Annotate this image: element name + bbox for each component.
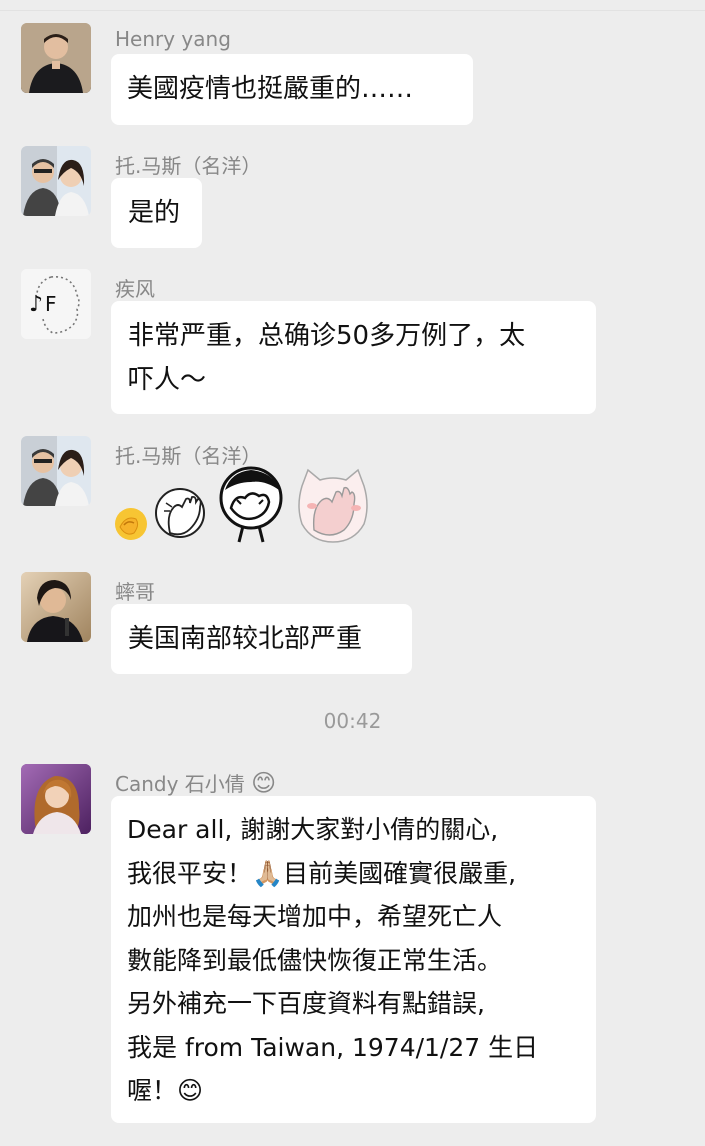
message-line: 我很平安！🙏🏼目前美國確實很嚴重, — [127, 858, 517, 888]
message-line: 喔！😊 — [127, 1076, 204, 1105]
top-divider — [0, 0, 705, 11]
facepalm-sticker-cat-icon[interactable] — [294, 466, 372, 544]
message-bubble[interactable]: Dear all, 謝謝大家對小倩的關心, 我很平安！🙏🏼目前美國確實很嚴重, … — [111, 796, 596, 1123]
message-line: 加州也是每天增加中，希望死亡人 — [127, 902, 503, 931]
message-bubble[interactable]: 非常严重，总确诊50多万例了，太 吓人～ — [111, 301, 596, 414]
message-text: 是的 — [128, 198, 181, 228]
sender-name-text: Candy 石小倩 — [115, 772, 245, 796]
avatar[interactable] — [21, 436, 91, 506]
message-bubble[interactable]: 美國疫情也挺嚴重的…… — [111, 54, 473, 125]
sender-name: Henry yang — [115, 27, 231, 51]
message-line: 吓人～ — [128, 365, 207, 395]
message-bubble[interactable]: 美国南部较北部严重 — [111, 604, 412, 674]
avatar[interactable] — [21, 23, 91, 93]
message-text: 美國疫情也挺嚴重的…… — [127, 74, 414, 104]
message-line: 我是 from Taiwan, 1974/1/27 生日 — [127, 1032, 539, 1062]
message-line: 另外補充一下百度資料有點錯誤, — [127, 989, 485, 1018]
message-line: 數能降到最低儘快恢復正常生活。 — [127, 945, 503, 975]
message-line: 非常严重，总确诊50多万例了，太 — [128, 321, 526, 351]
avatar[interactable] — [21, 572, 91, 642]
avatar[interactable]: ♪ F — [21, 269, 91, 339]
message-text: 美国南部较北部严重 — [128, 624, 363, 654]
facepalm-sticker-icon[interactable] — [152, 485, 210, 543]
sender-name: 蟀哥 — [115, 580, 155, 604]
facepalm-emoji-icon[interactable] — [112, 505, 150, 543]
timestamp: 00:42 — [323, 709, 382, 733]
avatar[interactable] — [21, 146, 91, 216]
smile-emoji-icon: 😊 — [251, 769, 277, 797]
avatar[interactable] — [21, 764, 91, 834]
facepalm-sticker-2-icon[interactable] — [215, 464, 287, 544]
svg-text:♪: ♪ — [29, 292, 43, 317]
message-bubble[interactable]: 是的 — [111, 178, 202, 248]
sender-name: Candy 石小倩 😊 — [115, 768, 276, 797]
svg-text:F: F — [45, 292, 57, 316]
sender-name: 托.马斯（名洋） — [115, 154, 262, 178]
message-line: Dear all, 謝謝大家對小倩的關心, — [127, 815, 499, 844]
sender-name: 疾风 — [115, 277, 155, 301]
